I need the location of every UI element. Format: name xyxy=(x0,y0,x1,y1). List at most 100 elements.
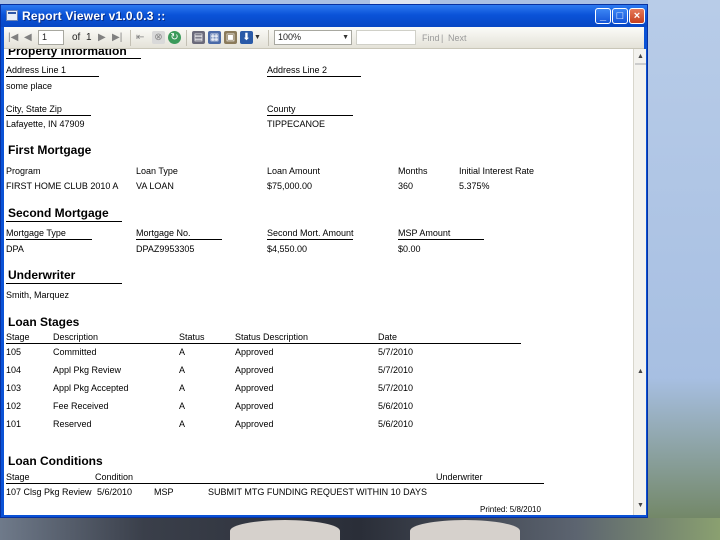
page-setup-icon[interactable]: ▣ xyxy=(224,31,237,44)
divider xyxy=(6,343,521,344)
section-title-second-mortgage: Second Mortgage xyxy=(8,206,109,220)
condition-stage-cell: 107 Clsg Pkg Review xyxy=(6,487,92,497)
first-mortgage-value: $75,000.00 xyxy=(267,181,313,191)
title-bar[interactable]: Report Viewer v1.0.0.3 :: _ □ × xyxy=(1,5,647,27)
report-page: Property Information Address Line 1 Addr… xyxy=(4,49,633,515)
county-value: TIPPECANOE xyxy=(267,119,326,129)
toolbar-separator xyxy=(186,30,187,46)
county-label: County xyxy=(267,104,296,114)
scroll-up-icon[interactable]: ▲ xyxy=(636,52,645,61)
status-description-cell: Approved xyxy=(235,401,274,411)
first-page-icon[interactable]: |◀ xyxy=(8,31,18,45)
minimize-button[interactable]: _ xyxy=(595,8,611,24)
status-description-cell: Approved xyxy=(235,419,274,429)
desktop-photo-strip xyxy=(0,518,720,540)
previous-page-icon[interactable]: ◀ xyxy=(24,31,32,45)
report-toolbar: |◀ ◀ 1 of 1 ▶ ▶| ⇤ ⊗ ↻ ▤ ▦ ▣ ⬇ ▼ 100% ▼ … xyxy=(4,27,644,49)
find-input[interactable] xyxy=(356,30,416,45)
scroll-thumb[interactable] xyxy=(635,63,646,65)
second-mortgage-value: $4,550.00 xyxy=(267,244,308,254)
loan-stages-header: Description xyxy=(53,332,99,342)
description-cell: Appl Pkg Accepted xyxy=(53,383,129,393)
page-of-label: of xyxy=(72,32,81,43)
desktop-background-right xyxy=(648,0,720,540)
status-cell: A xyxy=(179,401,186,411)
divider xyxy=(6,483,544,484)
date-cell: 5/7/2010 xyxy=(378,365,414,375)
city-value: Lafayette, IN 47909 xyxy=(6,119,85,129)
toolbar-separator xyxy=(130,30,131,46)
close-button[interactable]: × xyxy=(629,8,645,24)
loan-stages-header: Status xyxy=(179,332,205,342)
divider xyxy=(136,239,222,240)
export-icon[interactable]: ⬇ xyxy=(240,31,253,44)
last-page-icon[interactable]: ▶| xyxy=(112,31,122,45)
back-icon[interactable]: ⇤ xyxy=(136,31,144,45)
loan-stages-header: Status Description xyxy=(235,332,309,342)
divider xyxy=(267,76,361,77)
description-cell: Reserved xyxy=(53,419,92,429)
page-number-input[interactable]: 1 xyxy=(38,30,64,45)
divider xyxy=(267,115,353,116)
zoom-value: 100% xyxy=(278,32,302,42)
divider xyxy=(6,76,99,77)
status-description-cell: Approved xyxy=(235,347,274,357)
print-layout-icon[interactable]: ▦ xyxy=(208,31,221,44)
print-icon[interactable]: ▤ xyxy=(192,31,205,44)
divider xyxy=(398,239,484,240)
first-mortgage-header: Initial Interest Rate xyxy=(459,166,535,176)
first-mortgage-header: Loan Amount xyxy=(267,166,321,176)
stage-cell: 104 xyxy=(6,365,22,375)
report-viewer-window: Report Viewer v1.0.0.3 :: _ □ × |◀ ◀ 1 o… xyxy=(0,4,648,518)
next-page-icon[interactable]: ▶ xyxy=(98,31,106,45)
underwriter-value: Smith, Marquez xyxy=(6,290,70,300)
stage-cell: 102 xyxy=(6,401,22,411)
second-mortgage-value: DPA xyxy=(6,244,24,254)
address2-label: Address Line 2 xyxy=(267,65,328,75)
status-cell: A xyxy=(179,419,186,429)
zoom-select[interactable]: 100% ▼ xyxy=(274,30,352,45)
scroll-down-icon[interactable]: ▼ xyxy=(636,501,645,510)
stage-cell: 101 xyxy=(6,419,22,429)
description-cell: Fee Received xyxy=(53,401,109,411)
find-link[interactable]: Find xyxy=(422,31,440,45)
second-mortgage-header: Mortgage Type xyxy=(6,228,66,238)
stop-icon[interactable]: ⊗ xyxy=(152,31,165,44)
next-link[interactable]: Next xyxy=(448,31,467,45)
toolbar-separator xyxy=(268,30,269,46)
condition-date-cell: 5/6/2010 xyxy=(97,487,133,497)
city-label: City, State Zip xyxy=(6,104,62,114)
second-mortgage-header: Mortgage No. xyxy=(136,228,191,238)
export-dropdown-icon[interactable]: ▼ xyxy=(254,31,261,45)
refresh-icon[interactable]: ↻ xyxy=(168,31,181,44)
status-cell: A xyxy=(179,365,186,375)
section-title-loan-conditions: Loan Conditions xyxy=(8,454,103,468)
status-cell: A xyxy=(179,383,186,393)
second-mortgage-value: DPAZ9953305 xyxy=(136,244,195,254)
description-cell: Committed xyxy=(53,347,97,357)
section-title-underwriter: Underwriter xyxy=(8,268,76,282)
chevron-down-icon: ▼ xyxy=(342,34,349,41)
stage-cell: 105 xyxy=(6,347,22,357)
scroll-marker-icon: ▲ xyxy=(637,368,644,375)
loan-conditions-header: Underwriter xyxy=(436,472,483,482)
maximize-button[interactable]: □ xyxy=(612,8,628,24)
vertical-scrollbar[interactable]: ▲ ▲ ▼ xyxy=(633,49,646,515)
first-mortgage-value: VA LOAN xyxy=(136,181,174,191)
second-mortgage-header: Second Mort. Amount xyxy=(267,228,354,238)
find-separator: | xyxy=(441,33,444,43)
app-icon xyxy=(6,10,18,21)
window-title: Report Viewer v1.0.0.3 :: xyxy=(22,9,166,23)
divider xyxy=(267,239,353,240)
second-mortgage-header: MSP Amount xyxy=(398,228,451,238)
section-title-property: Property Information xyxy=(8,49,127,58)
first-mortgage-header: Months xyxy=(398,166,428,176)
loan-stages-header: Stage xyxy=(6,332,30,342)
section-title-first-mortgage: First Mortgage xyxy=(8,143,92,157)
stage-cell: 103 xyxy=(6,383,22,393)
first-mortgage-value: 5.375% xyxy=(459,181,490,191)
address1-label: Address Line 1 xyxy=(6,65,67,75)
loan-conditions-header: Condition xyxy=(95,472,134,482)
photo-shape xyxy=(230,520,340,540)
date-cell: 5/6/2010 xyxy=(378,401,414,411)
